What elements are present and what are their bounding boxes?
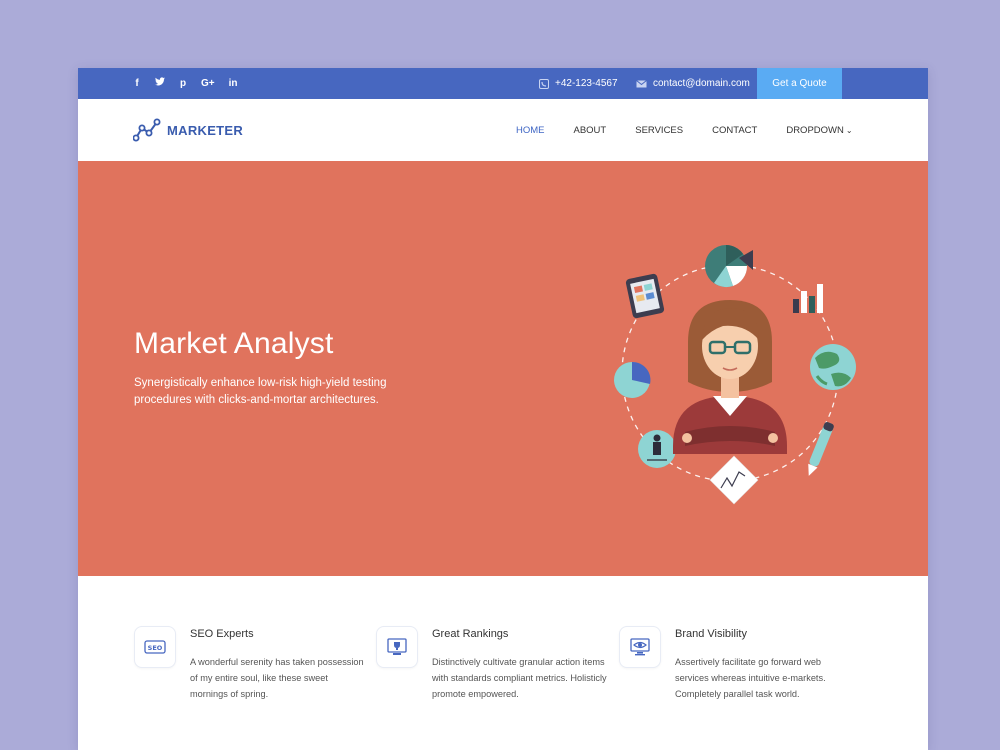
mail-icon [636,78,647,89]
feature-text: Distinctively cultivate granular action … [432,657,607,699]
nav-home[interactable]: HOME [516,125,545,136]
social-links: f p G+ in [133,68,238,99]
email-contact: contact@domain.com [636,68,750,99]
phone-contact: +42-123-4567 [538,68,618,99]
google-plus-icon[interactable]: G+ [201,68,215,99]
nav-dropdown[interactable]: DROPDOWN ⌄ [786,125,852,136]
brand-name: MARKETER [167,122,244,138]
pen-icon [808,421,834,476]
browser-frame: f p G+ in +42-123-4567 contact@domain.co… [78,68,928,750]
phone-icon [538,78,549,89]
linkedin-icon[interactable]: in [229,68,238,99]
pie-chart-small-icon [614,361,651,398]
hero-title: Market Analyst [134,327,334,360]
twitter-icon[interactable] [155,68,165,99]
nav-about[interactable]: ABOUT [574,125,607,136]
globe-icon [810,344,856,390]
hero-subtitle: Synergistically enhance low-risk high-yi… [134,377,387,406]
phone-number: +42-123-4567 [555,78,618,89]
seo-icon: SEO [134,626,176,668]
feature-title: Brand Visibility [675,628,747,640]
feature-text: Assertively facilitate go forward web se… [675,657,826,699]
feature-text: A wonderful serenity has taken possessio… [190,657,364,699]
nav-contact[interactable]: CONTACT [712,125,757,136]
chevron-down-icon: ⌄ [845,125,853,135]
hero-section: Market Analyst Synergistically enhance l… [78,161,928,576]
person-icon [638,430,676,468]
chart-line-icon [133,118,161,142]
brand-logo[interactable]: MARKETER [133,99,243,161]
features-section: SEO SEO Experts A wonderful serenity has… [78,576,928,750]
top-bar: f p G+ in +42-123-4567 contact@domain.co… [78,68,928,99]
analyst-avatar [673,300,787,454]
ranking-trophy-icon [376,626,418,668]
pinterest-icon[interactable]: p [179,68,187,99]
navbar: MARKETER HOME ABOUT SERVICES CONTACT DRO… [78,99,928,161]
nav-services[interactable]: SERVICES [635,125,683,136]
pie-chart-icon [705,245,753,288]
main-nav: HOME ABOUT SERVICES CONTACT DROPDOWN ⌄ [516,99,853,161]
feature-title: SEO Experts [190,628,254,640]
get-quote-button[interactable]: Get a Quote [757,68,842,99]
facebook-icon[interactable]: f [133,68,141,99]
feature-title: Great Rankings [432,628,509,640]
analyst-illustration [614,245,856,505]
nav-dropdown-label: DROPDOWN [786,124,844,136]
svg-text:SEO: SEO [148,644,163,652]
tablet-icon [625,273,665,319]
trend-chart-icon [709,455,759,505]
email-address[interactable]: contact@domain.com [653,78,750,89]
eye-monitor-icon [619,626,661,668]
